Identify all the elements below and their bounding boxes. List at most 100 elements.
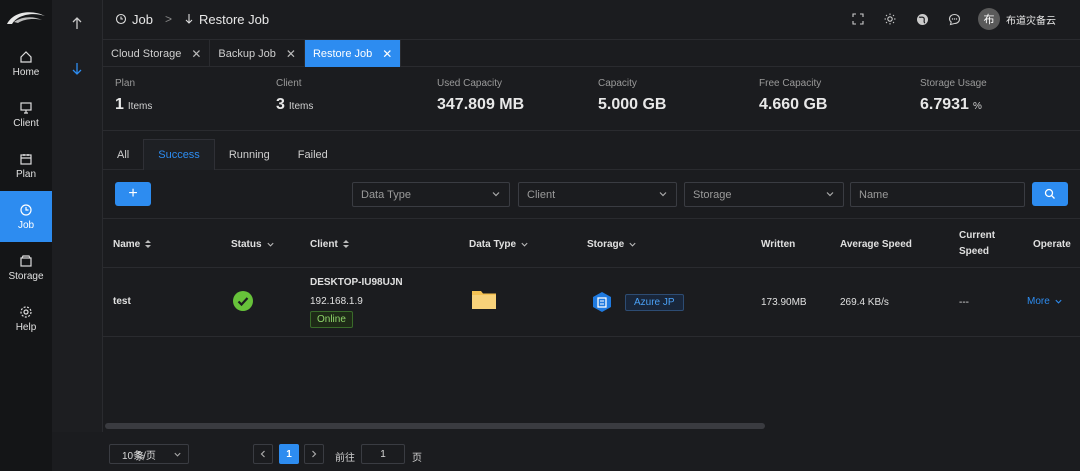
tab-restore-job[interactable]: Restore Job ✕ [304, 40, 402, 67]
col-storage[interactable]: Storage [587, 219, 637, 269]
page-number-current[interactable]: 1 [279, 444, 299, 464]
stat-value: 3 Items [276, 96, 313, 114]
arrow-down-icon [72, 63, 82, 75]
pagination-bar: 条 [52, 432, 1080, 471]
next-page-button[interactable] [304, 444, 324, 464]
nav-item-plan[interactable]: Plan [0, 140, 52, 191]
stat-used-capacity: Used Capacity 347.809 MB [437, 78, 524, 114]
storage-select[interactable]: Storage [684, 182, 844, 207]
close-icon[interactable]: ✕ [191, 47, 201, 61]
stat-value: 5.000 GB [598, 96, 666, 114]
stat-number: 347.809 MB [437, 96, 525, 113]
col-written: Written [761, 238, 796, 250]
backup-arrow[interactable] [52, 0, 102, 46]
nav-label: Help [15, 321, 37, 333]
theme-sun-icon[interactable] [882, 11, 898, 27]
success-check-icon [233, 291, 253, 311]
client-select[interactable]: Client [518, 182, 677, 207]
nav-item-home[interactable]: Home [0, 38, 52, 89]
stat-label: Used Capacity [437, 78, 503, 89]
monitor-icon [20, 101, 32, 114]
stat-value: 1 Items [115, 96, 152, 114]
cell-client-status: Online [310, 311, 353, 328]
filter-tab-success[interactable]: Success [143, 139, 215, 170]
stat-label: Storage Usage [920, 78, 987, 89]
col-average-speed: Average Speed [840, 238, 912, 250]
status-filter-tabs: All Success Running Failed [103, 139, 1080, 170]
storage-icon [20, 254, 32, 267]
jump-page-input[interactable]: 1 [361, 444, 405, 464]
stat-plan: Plan 1 Items [115, 78, 152, 114]
left-nav: Home Client Plan Job Storage Help [0, 0, 52, 471]
restore-arrow[interactable] [52, 46, 102, 92]
nav-label: Job [17, 219, 35, 231]
col-name[interactable]: Name [113, 219, 152, 269]
table-row[interactable]: test DESKTOP-IU98UJN 192.168.1.9 Online … [103, 268, 1080, 337]
avatar: 布 [978, 8, 1000, 30]
globe-icon[interactable] [914, 11, 930, 27]
col-current-speed: Current Speed [959, 230, 996, 257]
gear-icon [20, 305, 32, 318]
chevron-down-icon [1055, 299, 1062, 304]
stat-free-capacity: Free Capacity 4.660 GB [759, 78, 827, 114]
stat-storage-usage: Storage Usage 6.7931% [920, 78, 987, 114]
user-menu[interactable]: 布 布道灾备云 [978, 8, 1056, 30]
stats-bar: Plan 1 Items Client 3 Items Used Capacity … [103, 68, 1080, 130]
stat-number: 3 [276, 96, 285, 113]
search-icon [1044, 188, 1055, 199]
search-button[interactable] [1032, 182, 1068, 206]
stat-number: 6.7931 [920, 96, 969, 113]
stat-value: 347.809 MB [437, 96, 524, 114]
sub-nav [52, 0, 103, 471]
nav-item-storage[interactable]: Storage [0, 242, 52, 293]
col-data-type[interactable]: Data Type [469, 219, 529, 269]
cell-current-speed: --- [959, 297, 969, 308]
tab-backup-job[interactable]: Backup Job ✕ [210, 40, 305, 67]
nav-label: Plan [15, 168, 36, 180]
col-label: Data Type [469, 238, 517, 250]
jump-prefix: 前往 [335, 453, 355, 464]
breadcrumb-job[interactable]: Job [132, 12, 153, 27]
page-tabs: Cloud Storage ✕ Backup Job ✕ Restore Job… [103, 39, 1080, 67]
data-type-select[interactable]: Data Type [352, 182, 510, 207]
filter-tab-failed[interactable]: Failed [284, 139, 342, 170]
page-size-select[interactable]: 10条/页 [109, 444, 189, 464]
nav-item-job[interactable]: Job [0, 191, 52, 242]
nav-label: Home [12, 66, 40, 78]
sort-icon [145, 240, 152, 248]
cell-storage: Azure JP [591, 291, 684, 313]
horizontal-scrollbar[interactable] [105, 423, 765, 429]
jump-suffix: 页 [412, 453, 422, 464]
message-icon[interactable] [946, 11, 962, 27]
close-icon[interactable]: ✕ [286, 47, 296, 61]
name-input[interactable]: Name [850, 182, 1025, 207]
logo-swoosh-icon [7, 12, 45, 24]
tab-label: Backup Job [218, 47, 276, 60]
table-header: Name Status Client Data Type Storage Wri… [103, 218, 1080, 268]
chevron-down-icon [492, 192, 500, 197]
breadcrumb-restore-job: Restore Job [198, 11, 270, 27]
nav-item-client[interactable]: Client [0, 89, 52, 140]
more-dropdown[interactable]: More [1027, 296, 1063, 307]
filter-tab-all[interactable]: All [103, 139, 143, 170]
col-operate: Operate [1033, 238, 1071, 250]
stat-label: Capacity [598, 78, 637, 89]
prev-page-button[interactable] [253, 444, 273, 464]
add-button[interactable]: + [115, 182, 151, 206]
col-status[interactable]: Status [231, 219, 275, 269]
stat-unit: Items [127, 101, 153, 112]
stat-number: 1 [115, 96, 124, 113]
close-icon[interactable]: ✕ [382, 47, 392, 61]
storage-badge: Azure JP [625, 293, 684, 311]
nav-item-help[interactable]: Help [0, 293, 52, 344]
col-client[interactable]: Client [310, 219, 350, 269]
stat-label: Plan [115, 78, 136, 89]
chevron-down-icon [521, 242, 528, 247]
cloud-storage-icon [593, 292, 611, 312]
fullscreen-icon[interactable] [850, 11, 866, 27]
tab-cloud-storage[interactable]: Cloud Storage ✕ [103, 40, 211, 67]
page-size-label: 10条/页 [122, 450, 156, 462]
user-name: 布道灾备云 [1006, 15, 1056, 27]
arrow-down-icon [185, 14, 193, 24]
filter-tab-running[interactable]: Running [215, 139, 284, 170]
